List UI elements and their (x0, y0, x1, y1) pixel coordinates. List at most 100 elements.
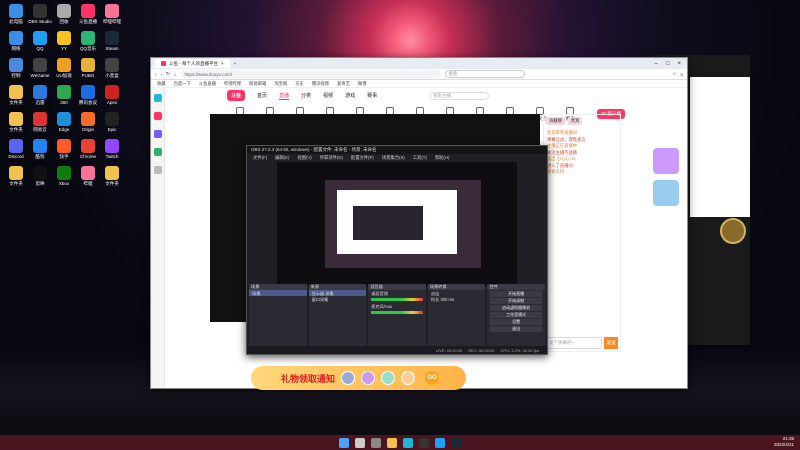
system-tray[interactable]: 21:35 2022/4/21 (774, 436, 794, 448)
obs-control-button[interactable]: 退出 (490, 326, 542, 332)
desktop-icon[interactable]: 此电脑 (4, 4, 28, 29)
obs-menu-item[interactable]: 配置文件(P) (351, 155, 374, 161)
site-nav-item[interactable]: 视频 (323, 92, 333, 99)
chat-tab[interactable]: 贵宾 (567, 117, 583, 125)
obs-menu-item[interactable]: 工具(T) (413, 155, 427, 161)
desktop-icon[interactable]: Origin (76, 112, 100, 137)
site-nav-item[interactable]: 分类 (301, 92, 311, 99)
desktop-icon[interactable]: 酷狗 (28, 139, 52, 164)
bookmark-item[interactable]: 网易邮箱 (249, 81, 266, 87)
desktop-icon[interactable]: Discord (4, 139, 28, 164)
obs-control-button[interactable]: 启动虚拟摄像机 (490, 305, 542, 311)
close-icon[interactable]: × (677, 61, 681, 67)
gift-notice-banner[interactable]: 礼物领取通知 GO (251, 366, 466, 390)
obs-menu-item[interactable]: 帮助(H) (435, 155, 450, 161)
gift-card-icon[interactable] (653, 180, 679, 206)
desktop-icon[interactable]: Epic (100, 112, 124, 137)
close-tab-icon[interactable]: × (221, 61, 224, 66)
obs-window[interactable]: OBS 27.2.3 (64-bit, windows) - 配置文件: 未命名… (246, 145, 548, 355)
browser-tab[interactable]: 斗鱼 - 每个人的直播平台 × (155, 59, 230, 68)
minimize-icon[interactable]: – (655, 61, 658, 67)
desktop-icon[interactable]: 哔哩哔哩 (100, 4, 124, 29)
desktop-icon[interactable]: 文件夹 (100, 166, 124, 191)
desktop-icon[interactable]: WeGame (28, 58, 52, 83)
gift-card-icon[interactable] (653, 148, 679, 174)
chat-tab[interactable]: 贡献榜 (546, 117, 565, 125)
bookmark-item[interactable]: 哔哩哔哩 (224, 81, 241, 87)
obs-dock-row[interactable]: 窗口采集 (309, 296, 367, 302)
home-icon[interactable]: ⌂ (174, 72, 177, 77)
bookmark-item[interactable]: 京东 (295, 81, 304, 87)
bookmark-item[interactable]: 微博 (358, 81, 367, 87)
desktop-icon[interactable]: 文件夹 (4, 112, 28, 137)
steam-taskbar-icon[interactable] (451, 437, 461, 448)
site-nav-item[interactable]: 直播 (279, 92, 290, 100)
desktop-icon[interactable]: 快手 (52, 139, 76, 164)
desktop-icon[interactable]: UU加速 (52, 58, 76, 83)
obs-dock-row[interactable]: 时长 300 ms (428, 296, 486, 302)
desktop-icon[interactable]: 腾讯会议 (76, 85, 100, 110)
desktop-icon[interactable]: 迅雷 (28, 85, 52, 110)
desktop-icon[interactable]: 控制 (4, 58, 28, 83)
maximize-icon[interactable]: □ (666, 61, 670, 67)
browser-taskbar-icon[interactable] (403, 437, 413, 448)
desktop-icon[interactable]: QQ音乐 (76, 31, 100, 56)
site-nav-item[interactable]: 赛事 (367, 92, 377, 99)
bookmark-item[interactable]: 腾讯视频 (312, 81, 329, 87)
qq-taskbar-icon[interactable] (435, 437, 445, 448)
bookmark-item[interactable]: 收藏 (157, 81, 166, 87)
desktop-icon[interactable]: 网易云 (28, 112, 52, 137)
star-icon[interactable]: ☆ (672, 71, 676, 77)
search-icon[interactable] (355, 437, 365, 448)
site-logo[interactable]: 斗鱼 (227, 90, 246, 101)
obs-menu-item[interactable]: 编辑(E) (275, 155, 289, 161)
bookmark-item[interactable]: 百度一下 (174, 81, 191, 87)
obs-dock-row[interactable]: 场景 (249, 290, 307, 296)
desktop-icon[interactable]: YY (52, 31, 76, 56)
obs-control-button[interactable]: 工作室模式 (490, 312, 542, 318)
desktop-icon[interactable]: OBS Studio (28, 4, 52, 29)
obs-dock-row[interactable]: 麦克风/Aux (368, 303, 426, 309)
desktop-icon[interactable]: 小黑盒 (100, 58, 124, 83)
sidebar-follow-icon[interactable] (153, 112, 162, 120)
desktop-icon[interactable]: Twitch (100, 139, 124, 164)
gift-go-button[interactable]: GO (425, 371, 440, 385)
desktop-icon[interactable]: 网络 (4, 31, 28, 56)
site-search-input[interactable]: 搜索主播 (429, 91, 490, 100)
obs-menu-item[interactable]: 场景集合(S) (382, 155, 405, 161)
desktop-icon[interactable]: PUBG (76, 58, 100, 83)
desktop-icon[interactable]: Chrome (76, 139, 100, 164)
bookmark-item[interactable]: 淘宝网 (274, 81, 287, 87)
send-button[interactable]: 发送 (604, 337, 618, 349)
browser-search-input[interactable]: 搜索 (444, 70, 525, 78)
chat-input[interactable]: 发个弹幕吧~ (546, 337, 602, 349)
obs-preview[interactable] (277, 162, 517, 286)
explorer-icon[interactable] (387, 437, 397, 448)
site-nav-item[interactable]: 首页 (257, 92, 267, 99)
obs-menu-item[interactable]: 文件(F) (253, 155, 267, 161)
obs-control-button[interactable]: 开始直播 (490, 291, 542, 297)
taskview-icon[interactable] (371, 437, 381, 448)
desktop-icon[interactable]: 斗鱼直播 (76, 4, 100, 29)
menu-icon[interactable]: ≡ (680, 72, 683, 77)
sidebar-video-icon[interactable] (153, 148, 162, 156)
obs-taskbar-icon[interactable] (419, 437, 429, 448)
url-field[interactable]: https://www.douyu.com/ (180, 70, 441, 78)
desktop-icon[interactable]: 文件夹 (4, 166, 28, 191)
obs-menu-item[interactable]: 视图(V) (297, 155, 311, 161)
obs-menu-item[interactable]: 停靠部件(D) (320, 155, 343, 161)
desktop-icon[interactable]: 回收 (52, 4, 76, 29)
desktop-icon[interactable]: Apex (100, 85, 124, 110)
sidebar-game-icon[interactable] (153, 130, 162, 138)
desktop-icon[interactable]: Steam (100, 31, 124, 56)
desktop-icon[interactable]: Edge (52, 112, 76, 137)
desktop-icon[interactable]: 360 (52, 85, 76, 110)
forward-icon[interactable]: › (161, 72, 163, 77)
site-nav-item[interactable]: 游戏 (345, 92, 355, 99)
obs-dock-row[interactable]: 桌面音频 (368, 290, 426, 296)
avatar[interactable] (720, 218, 746, 244)
sidebar-home-icon[interactable] (153, 94, 162, 102)
new-tab-icon[interactable]: + (234, 61, 237, 66)
desktop-icon[interactable]: 文件夹 (4, 85, 28, 110)
bookmark-item[interactable]: 爱奇艺 (337, 81, 350, 87)
